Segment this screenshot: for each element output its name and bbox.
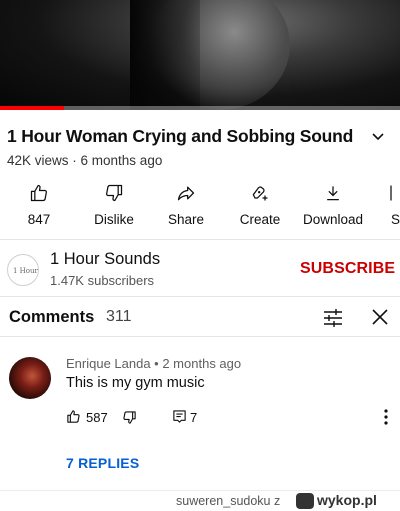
comment-author[interactable]: Enrique Landa • 2 months ago [66, 356, 241, 371]
comments-count: 311 [106, 308, 132, 325]
comment-like-count: 587 [86, 410, 108, 425]
channel-avatar[interactable]: 1 Hour [7, 254, 39, 286]
watermark-site: wykop.pl [317, 492, 377, 508]
divider [0, 239, 400, 240]
progress-bar[interactable] [0, 106, 400, 110]
dislike-label: Dislike [94, 212, 134, 227]
thumb-down-icon [106, 184, 123, 202]
comment-reply-count: 7 [190, 410, 198, 425]
save-label: S [391, 212, 400, 227]
chevron-down-icon[interactable] [370, 129, 386, 145]
action-bar: 847 Dislike Share Create Download S [0, 183, 400, 233]
download-icon [327, 186, 339, 201]
view-replies-button[interactable]: 7 REPLIES [66, 455, 139, 471]
save-icon [390, 185, 392, 201]
create-icon [252, 186, 268, 201]
divider [0, 336, 400, 337]
thumb-up-icon[interactable] [66, 409, 81, 424]
share-button[interactable]: Share [146, 183, 226, 227]
share-icon [177, 186, 195, 201]
progress-bar-fill [0, 106, 64, 110]
reply-icon[interactable] [172, 409, 187, 424]
like-count: 847 [27, 212, 51, 227]
close-icon[interactable] [371, 308, 389, 326]
wykop-logo-icon [296, 493, 314, 509]
create-button[interactable]: Create [220, 183, 300, 227]
thumb-up-icon [30, 184, 47, 202]
video-meta: 42K views · 6 months ago [7, 153, 163, 168]
watermark-user: suweren_sudoku z [176, 494, 281, 508]
comment-text: This is my gym music [66, 375, 205, 391]
sort-icon[interactable] [322, 308, 344, 328]
divider [0, 296, 400, 297]
comments-title: Comments [9, 308, 95, 326]
channel-avatar-text: 1 Hour [13, 267, 38, 275]
more-vert-icon[interactable] [383, 409, 389, 425]
subscribe-button[interactable]: SUBSCRIBE [300, 260, 395, 278]
watermark-bar: suweren_sudoku z wykop.pl [0, 490, 400, 511]
create-label: Create [239, 212, 281, 227]
channel-name[interactable]: 1 Hour Sounds [50, 250, 160, 269]
save-button[interactable]: S [356, 183, 400, 227]
video-frame-shadow [130, 0, 200, 110]
like-button[interactable]: 847 [0, 183, 79, 227]
video-title: 1 Hour Woman Crying and Sobbing Sound [7, 126, 354, 146]
comment-actions: 587 7 [66, 409, 366, 427]
share-label: Share [167, 212, 205, 227]
video-player[interactable] [0, 0, 400, 110]
subscriber-count: 1.47K subscribers [50, 273, 155, 288]
thumb-down-icon[interactable] [122, 410, 137, 425]
commenter-avatar[interactable] [9, 357, 51, 399]
dislike-button[interactable]: Dislike [74, 183, 154, 227]
